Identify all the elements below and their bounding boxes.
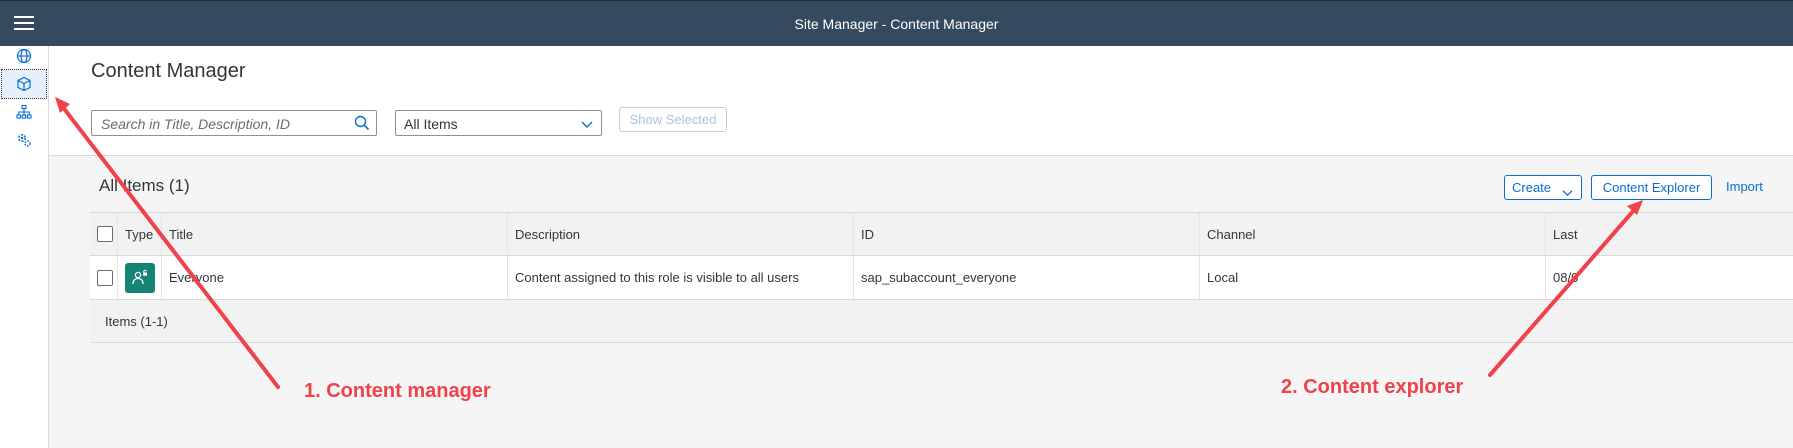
side-navigation xyxy=(0,46,49,448)
row-checkbox[interactable] xyxy=(97,269,113,286)
show-selected-button[interactable]: Show Selected xyxy=(619,107,727,132)
select-all-cell xyxy=(90,213,117,255)
hierarchy-icon[interactable] xyxy=(0,97,47,127)
content-explorer-button[interactable]: Content Explorer xyxy=(1591,175,1712,200)
type-cell xyxy=(117,256,161,299)
last-cell: 08/0 xyxy=(1545,256,1793,299)
search-input[interactable]: Search in Title, Description, ID xyxy=(91,110,377,136)
column-header-channel[interactable]: Channel xyxy=(1199,213,1545,255)
annotation-content-manager: 1. Content manager xyxy=(304,380,491,402)
shell-bar: Site Manager - Content Manager xyxy=(0,0,1793,46)
main-content: All Items (1) Create Content Explorer Im… xyxy=(49,156,1793,448)
search-placeholder: Search in Title, Description, ID xyxy=(101,116,290,132)
annotation-content-explorer: 2. Content explorer xyxy=(1281,376,1464,398)
page-title: Content Manager xyxy=(91,60,246,82)
content-header: Content Manager Search in Title, Descrip… xyxy=(49,46,1793,156)
row-select-cell xyxy=(90,256,117,299)
column-header-description[interactable]: Description xyxy=(507,213,853,255)
column-header-last[interactable]: Last xyxy=(1545,213,1793,255)
items-filter-select[interactable]: All Items xyxy=(395,110,602,136)
id-cell: sap_subaccount_everyone xyxy=(853,256,1199,299)
settings-icon[interactable] xyxy=(0,125,47,155)
column-header-type[interactable]: Type xyxy=(117,213,161,255)
search-icon[interactable] xyxy=(354,115,370,136)
role-icon xyxy=(125,262,155,293)
description-cell: Content assigned to this role is visible… xyxy=(507,256,853,299)
select-all-checkbox[interactable] xyxy=(97,226,113,242)
chevron-down-icon xyxy=(581,117,593,135)
table-header-row: Type Title Description ID Channel Last xyxy=(90,213,1793,256)
filter-value: All Items xyxy=(404,116,458,132)
create-button[interactable]: Create xyxy=(1504,175,1582,200)
globe-icon[interactable] xyxy=(0,41,47,71)
create-label: Create xyxy=(1512,180,1552,195)
table-footer: Items (1-1) xyxy=(90,300,1793,343)
title-cell[interactable]: Everyone xyxy=(161,256,507,299)
chevron-down-icon xyxy=(1562,182,1573,205)
import-button[interactable]: Import xyxy=(1726,179,1763,194)
column-header-title[interactable]: Title xyxy=(161,213,507,255)
table-row[interactable]: Everyone Content assigned to this role i… xyxy=(90,256,1793,300)
shell-title: Site Manager - Content Manager xyxy=(794,16,999,32)
table-title: All Items (1) xyxy=(99,176,190,195)
cube-icon[interactable] xyxy=(1,69,47,99)
items-count: Items (1-1) xyxy=(105,314,168,329)
column-header-id[interactable]: ID xyxy=(853,213,1199,255)
channel-cell: Local xyxy=(1199,256,1545,299)
content-table: Type Title Description ID Channel Last E… xyxy=(90,212,1793,343)
